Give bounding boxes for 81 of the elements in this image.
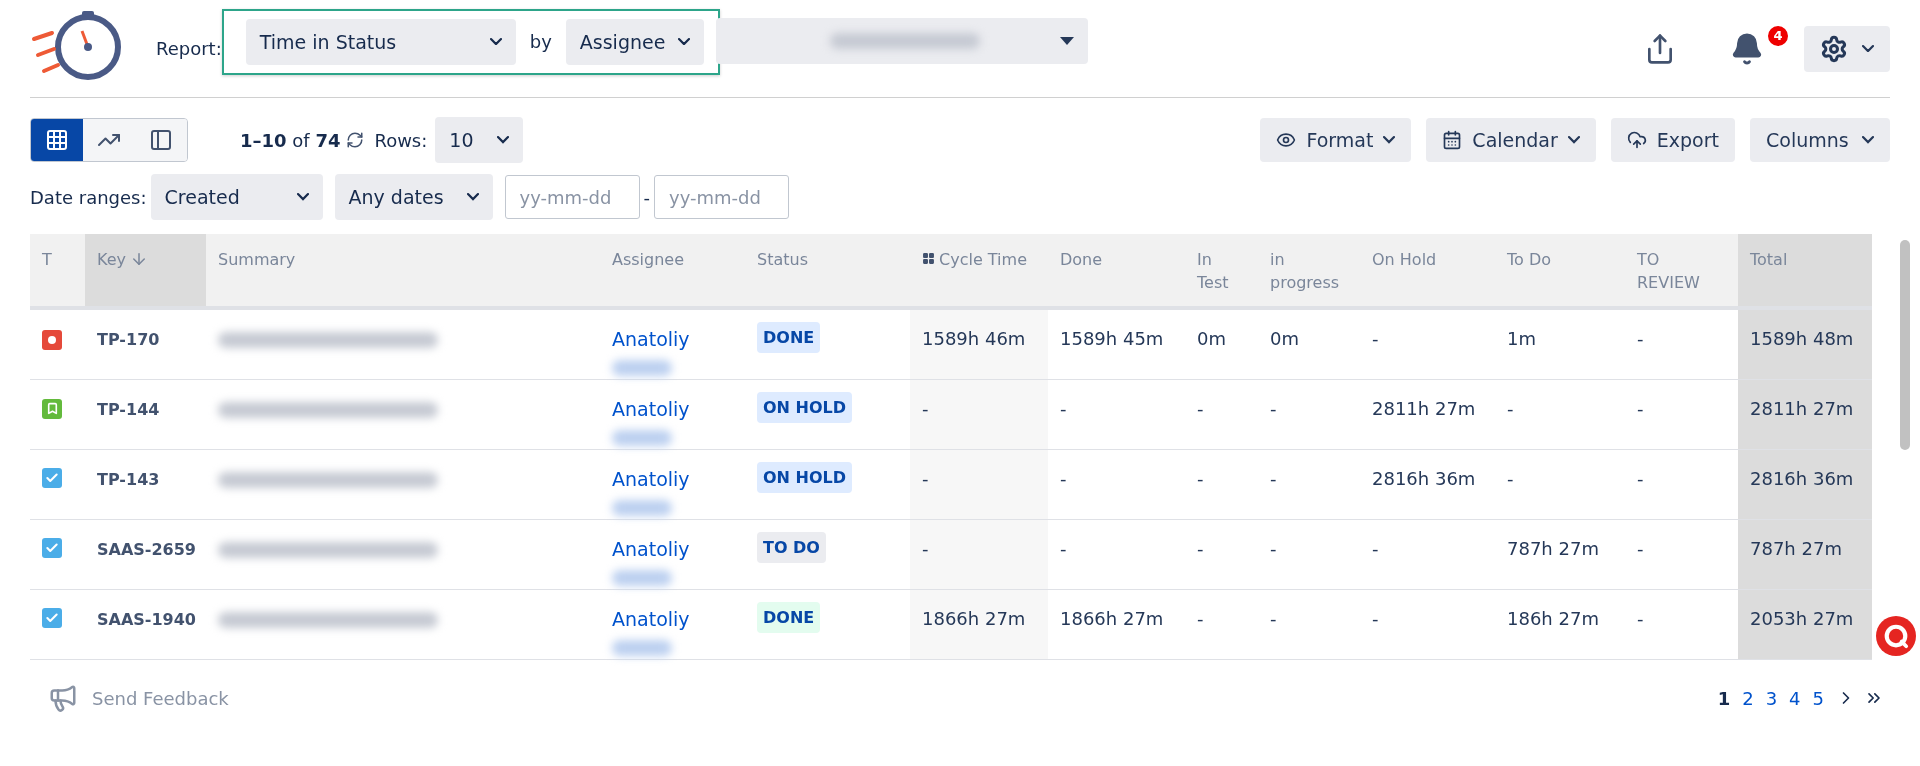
time-cell: 1866h 27m bbox=[910, 590, 1048, 660]
grid-icon bbox=[45, 128, 69, 152]
view-toggle-button[interactable] bbox=[83, 119, 135, 161]
report-select[interactable]: Time in Status bbox=[245, 18, 516, 65]
page-link[interactable]: 4 bbox=[1789, 687, 1801, 709]
panel-icon bbox=[149, 128, 173, 152]
megaphone-icon bbox=[48, 683, 78, 713]
view-toggle-button[interactable] bbox=[135, 119, 187, 161]
issue-key: TP-144 bbox=[97, 400, 160, 419]
toolbar-button[interactable]: Calendar bbox=[1426, 118, 1596, 162]
chevron-down-icon bbox=[497, 136, 510, 144]
settings-button[interactable] bbox=[1804, 25, 1890, 72]
chevron-down-icon bbox=[296, 193, 309, 201]
chevron-down-icon bbox=[1862, 136, 1874, 144]
blurred-surname bbox=[612, 430, 672, 446]
chevron-down-icon bbox=[1567, 136, 1580, 144]
chat-button[interactable] bbox=[1876, 616, 1916, 656]
assignee-link[interactable]: Anatoliy bbox=[612, 538, 733, 560]
toolbar-button[interactable]: Columns bbox=[1750, 118, 1890, 162]
refresh-icon[interactable] bbox=[346, 131, 365, 149]
time-cell: 1589h 48m bbox=[1738, 310, 1872, 380]
date-separator: - bbox=[643, 186, 651, 208]
chevron-down-icon bbox=[1862, 44, 1874, 53]
rows-label: Rows: bbox=[374, 129, 428, 151]
end-date-field[interactable]: yy-mm-dd bbox=[654, 175, 790, 219]
view-toggle-button[interactable] bbox=[31, 119, 83, 161]
page-link[interactable]: 3 bbox=[1765, 687, 1778, 709]
time-cell: 1589h 46m bbox=[910, 310, 1048, 380]
blurred-surname bbox=[612, 360, 672, 376]
date-ranges-label: Date ranges: bbox=[30, 186, 147, 208]
grid-icon bbox=[922, 252, 935, 265]
issue-key: TP-143 bbox=[97, 470, 160, 489]
date-field-select[interactable]: Created bbox=[150, 174, 323, 220]
time-cell: - bbox=[910, 450, 1048, 520]
page-link[interactable]: 5 bbox=[1812, 687, 1824, 709]
blurred-surname bbox=[612, 570, 672, 586]
issue-key: SAAS-2659 bbox=[97, 540, 196, 559]
assignee-link[interactable]: Anatoliy bbox=[612, 608, 733, 630]
toolbar-button[interactable]: Export bbox=[1610, 118, 1735, 162]
time-cell: - bbox=[910, 520, 1048, 590]
by-label: by bbox=[529, 31, 552, 52]
chat-bubble-icon bbox=[1883, 623, 1909, 649]
group-select[interactable]: Assignee bbox=[565, 18, 704, 65]
chevron-down-icon bbox=[1383, 136, 1396, 144]
blurred-surname bbox=[612, 500, 672, 516]
chevron-down-icon bbox=[677, 37, 690, 46]
period-select[interactable]: Any dates bbox=[334, 174, 493, 220]
assignee-link[interactable]: Anatoliy bbox=[612, 328, 733, 350]
time-cell: - bbox=[910, 380, 1048, 450]
page-link[interactable]: 2 bbox=[1742, 687, 1754, 709]
start-date-field[interactable]: yy-mm-dd bbox=[504, 175, 640, 219]
range-count: 1–10 of 74 bbox=[240, 129, 341, 151]
chevron-down-icon bbox=[489, 37, 502, 46]
time-cell: 2053h 27m bbox=[1738, 590, 1872, 660]
notifications-button[interactable] bbox=[1730, 31, 1764, 66]
toolbar-button[interactable]: Format bbox=[1260, 118, 1412, 162]
status-lozenge: DONE bbox=[757, 602, 821, 633]
status-lozenge: ON HOLD bbox=[757, 462, 853, 493]
status-lozenge: ON HOLD bbox=[757, 392, 853, 423]
rows-select[interactable]: 10 bbox=[435, 117, 524, 163]
assignee-link[interactable]: Anatoliy bbox=[612, 468, 733, 490]
calendar-icon bbox=[1442, 130, 1463, 150]
issue-key: TP-170 bbox=[97, 330, 160, 349]
sort-arrow-icon bbox=[130, 250, 148, 268]
caret-icon bbox=[1059, 36, 1074, 45]
scrollbar[interactable] bbox=[1900, 240, 1910, 450]
time-cell: 787h 27m bbox=[1738, 520, 1872, 590]
status-lozenge: TO DO bbox=[757, 532, 826, 563]
assignee-link[interactable]: Anatoliy bbox=[612, 398, 733, 420]
eye-icon bbox=[1276, 130, 1297, 150]
report-label: Report: bbox=[156, 38, 222, 59]
time-cell: 2816h 36m bbox=[1738, 450, 1872, 520]
page-link[interactable]: 1 bbox=[1717, 687, 1731, 709]
status-lozenge: DONE bbox=[757, 322, 821, 353]
notification-badge: 4 bbox=[1766, 23, 1790, 48]
blurred-surname bbox=[612, 640, 672, 656]
issue-key: SAAS-1940 bbox=[97, 610, 196, 629]
chevron-down-icon bbox=[466, 193, 479, 201]
gear-icon bbox=[1820, 34, 1848, 63]
time-cell: 2811h 27m bbox=[1738, 380, 1872, 450]
cloud-upload-icon bbox=[1626, 130, 1647, 150]
